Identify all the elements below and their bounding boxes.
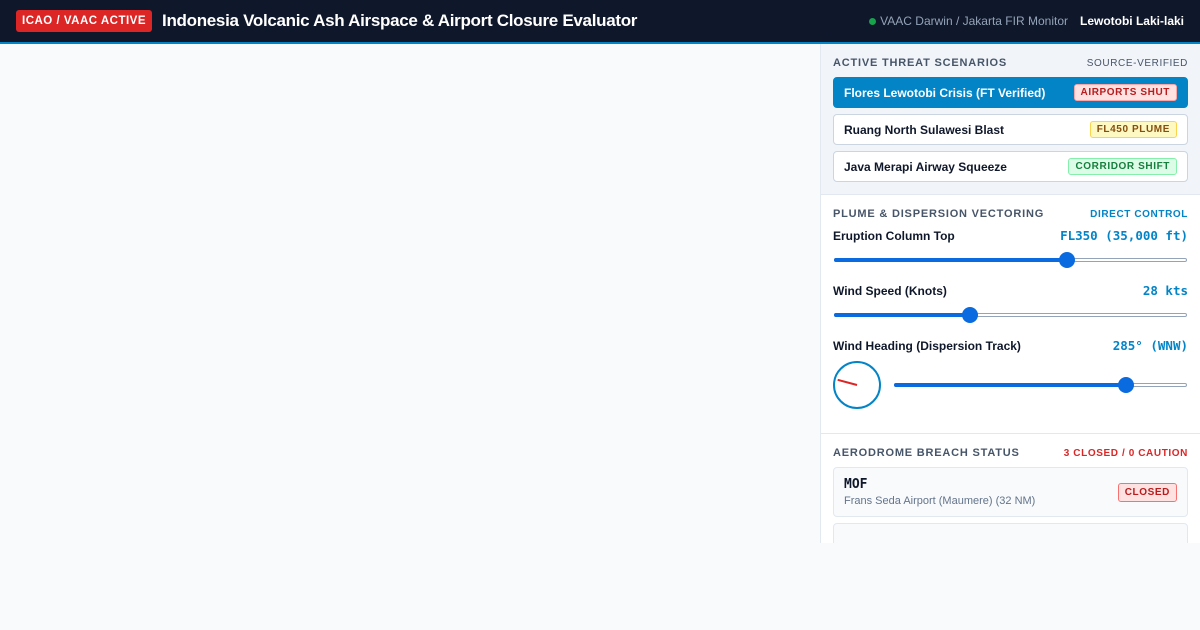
scenario-tag: FL450 PLUME <box>1089 121 1177 138</box>
control-value: 28 kts <box>1142 283 1188 298</box>
direct-control-label: DIRECT CONTROL <box>1090 208 1188 220</box>
status-badge: CLOSED <box>1117 482 1177 502</box>
app-title: Indonesia Volcanic Ash Airspace & Airpor… <box>162 11 638 30</box>
control-panel: ACTIVE THREAT SCENARIOS SOURCE-VERIFIED … <box>820 44 1200 543</box>
plume-dispersion-header: PLUME & DISPERSION VECTORING DIRECT CONT… <box>833 208 1188 220</box>
active-volcano-name: Lewotobi Laki-laki <box>1079 14 1184 28</box>
aerodrome-name: Frans Seda Airport (Maumere) (32 NM) <box>844 495 1036 507</box>
section-title: ACTIVE THREAT SCENARIOS <box>833 57 1008 69</box>
control-row: Eruption Column Top FL350 (35,000 ft) <box>833 228 1188 243</box>
scenario-tag: AIRPORTS SHUT <box>1073 84 1177 101</box>
closure-count: 3 CLOSED / 0 CAUTION <box>1063 447 1188 459</box>
live-status-dot-icon <box>869 17 877 25</box>
scenario-java-merapi[interactable]: Java Merapi Airway Squeeze CORRIDOR SHIF… <box>833 151 1188 182</box>
slider-fill <box>834 313 970 317</box>
aerodrome-code: MOF <box>844 477 868 492</box>
scenario-label: Flores Lewotobi Crisis (FT Verified) <box>844 85 1046 100</box>
aerodrome-breach-header: AERODROME BREACH STATUS 3 CLOSED / 0 CAU… <box>833 447 1188 459</box>
wind-heading-control: Wind Heading (Dispersion Track) 285° (WN… <box>833 338 1188 409</box>
plume-dispersion-section: PLUME & DISPERSION VECTORING DIRECT CONT… <box>821 195 1200 434</box>
top-bar: ICAO / VAAC ACTIVE Indonesia Volcanic As… <box>0 0 1200 44</box>
control-label: Eruption Column Top <box>833 228 955 243</box>
slider-thumb[interactable] <box>961 307 978 323</box>
scenario-label: Ruang North Sulawesi Blast <box>844 122 1005 137</box>
compass-icon <box>833 361 881 409</box>
slider-fill <box>834 258 1068 262</box>
slider-thumb[interactable] <box>1059 252 1076 268</box>
control-label: Wind Heading (Dispersion Track) <box>833 338 1021 353</box>
control-label: Wind Speed (Knots) <box>833 283 947 298</box>
wind-speed-control: Wind Speed (Knots) 28 kts <box>833 283 1188 324</box>
slider-fill <box>894 383 1127 387</box>
control-value: FL350 (35,000 ft) <box>1060 228 1188 243</box>
compass-needle-icon <box>837 378 858 386</box>
eruption-column-control: Eruption Column Top FL350 (35,000 ft) <box>833 228 1188 269</box>
monitor-label: VAAC Darwin / Jakarta FIR Monitor <box>880 14 1068 28</box>
control-row: Wind Heading (Dispersion Track) 285° (WN… <box>833 338 1188 353</box>
wind-heading-slider[interactable] <box>893 376 1188 394</box>
scenario-tag: CORRIDOR SHIFT <box>1068 158 1177 175</box>
eruption-column-slider[interactable] <box>833 251 1188 269</box>
threat-scenarios-header: ACTIVE THREAT SCENARIOS SOURCE-VERIFIED <box>833 57 1188 69</box>
aerodrome-info: MOF Frans Seda Airport (Maumere) (32 NM) <box>844 477 1035 507</box>
scenario-ruang-sulawesi[interactable]: Ruang North Sulawesi Blast FL450 PLUME <box>833 114 1188 145</box>
vaac-active-badge: ICAO / VAAC ACTIVE <box>16 10 153 32</box>
source-verified-label: SOURCE-VERIFIED <box>1086 57 1188 69</box>
aerodrome-item-next[interactable] <box>833 523 1188 543</box>
control-row: Wind Speed (Knots) 28 kts <box>833 283 1188 298</box>
aerodrome-item-mof[interactable]: MOF Frans Seda Airport (Maumere) (32 NM)… <box>833 467 1188 517</box>
threat-scenarios-section: ACTIVE THREAT SCENARIOS SOURCE-VERIFIED … <box>821 44 1200 195</box>
map-canvas[interactable] <box>0 44 820 543</box>
scenario-flores-lewotobi[interactable]: Flores Lewotobi Crisis (FT Verified) AIR… <box>833 77 1188 108</box>
heading-row <box>833 361 1188 409</box>
wind-speed-slider[interactable] <box>833 306 1188 324</box>
slider-thumb[interactable] <box>1118 377 1135 393</box>
topbar-status: VAAC Darwin / Jakarta FIR Monitor Lewoto… <box>869 14 1184 28</box>
section-title: AERODROME BREACH STATUS <box>833 447 1020 459</box>
section-title: PLUME & DISPERSION VECTORING <box>833 208 1045 220</box>
scenario-label: Java Merapi Airway Squeeze <box>844 159 1007 174</box>
aerodrome-breach-section: AERODROME BREACH STATUS 3 CLOSED / 0 CAU… <box>821 434 1200 543</box>
control-value: 285° (WNW) <box>1112 338 1188 353</box>
